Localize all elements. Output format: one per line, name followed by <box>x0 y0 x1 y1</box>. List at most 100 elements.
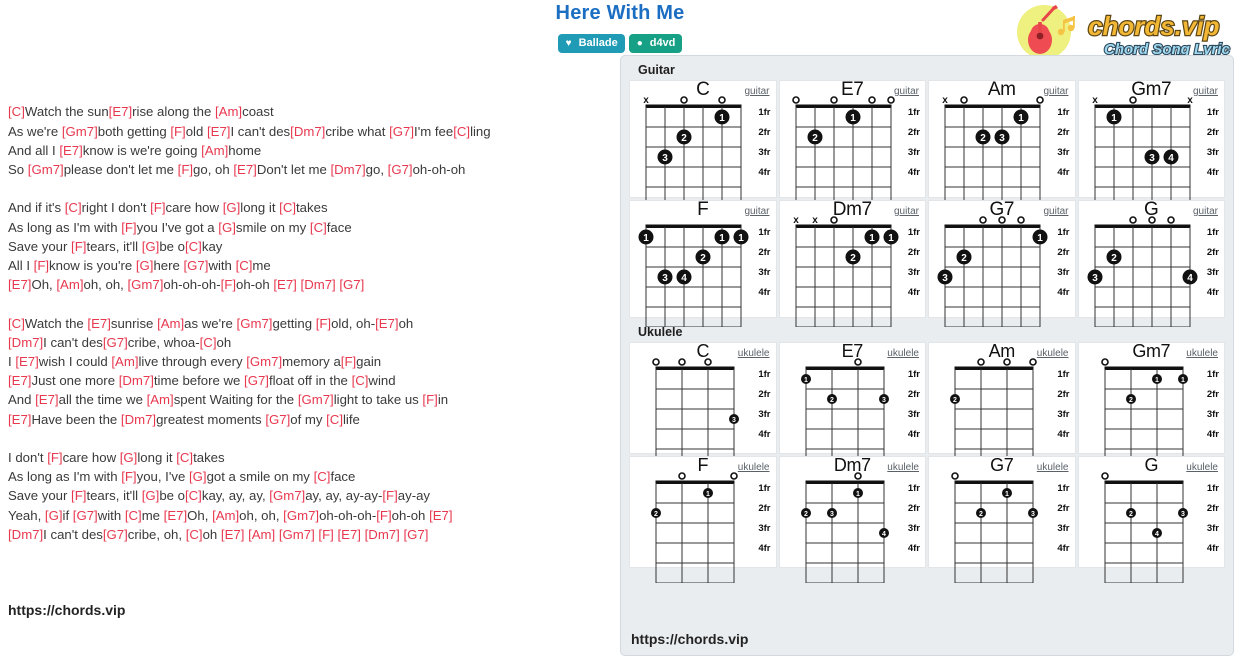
chord-marker[interactable]: [F] <box>47 450 62 465</box>
chord-card-ukulele-G[interactable]: Gukulele 2 3 4 1fr 2fr 3fr 4fr <box>1077 455 1225 583</box>
chord-marker[interactable]: [Am] <box>215 104 242 119</box>
chord-marker[interactable]: [F] <box>150 200 165 215</box>
chord-marker[interactable]: [Dm7] <box>8 335 43 350</box>
chord-marker[interactable]: [F] <box>221 277 236 292</box>
chord-card-ukulele-G7[interactable]: G7 ukulele 1 2 3 1fr 2fr 3fr 4fr <box>928 455 1076 583</box>
chord-marker[interactable]: [C] <box>65 200 82 215</box>
chord-card-guitar-E7[interactable]: E7 guitar 1 2 1fr 2fr 3fr 4fr <box>778 79 926 207</box>
chord-marker[interactable]: [Gm7] <box>237 316 273 331</box>
chord-card-ukulele-Dm7[interactable]: Dm7 ukulele 1 2 3 4 1fr 2fr 3fr 4fr <box>778 455 926 583</box>
chord-marker[interactable]: [C] <box>326 412 343 427</box>
chord-marker[interactable]: [F] <box>34 258 49 273</box>
chord-marker[interactable]: [C] <box>279 200 296 215</box>
chord-marker[interactable]: [Dm7] <box>290 124 325 139</box>
chord-marker[interactable]: [E7] <box>35 392 58 407</box>
chord-marker[interactable]: [C] <box>453 124 470 139</box>
chord-marker[interactable]: [F] <box>316 316 331 331</box>
chord-marker[interactable]: [C] <box>8 316 25 331</box>
chord-marker[interactable]: [Gm7] <box>279 527 315 542</box>
chord-marker[interactable]: [Gm7] <box>298 392 334 407</box>
chord-marker[interactable]: [E7] <box>59 143 82 158</box>
chord-card-guitar-F[interactable]: Fguitar 1 1 1 2 3 4 1fr 2fr 3fr 4fr <box>629 199 777 327</box>
chord-marker[interactable]: [F] <box>422 392 437 407</box>
chord-marker[interactable]: [Dm7] <box>119 373 154 388</box>
chord-marker[interactable]: [F] <box>121 469 136 484</box>
badge-d4vd[interactable]: ● d4vd <box>628 34 683 53</box>
chord-marker[interactable]: [G7] <box>388 162 413 177</box>
chord-marker[interactable]: [Gm7] <box>62 124 98 139</box>
chord-marker[interactable]: [G7] <box>73 508 98 523</box>
chord-card-guitar-Gm7[interactable]: Gm7 guitar x x 1 3 4 1fr 2fr 3fr 4fr <box>1077 79 1225 207</box>
chord-marker[interactable]: [Am] <box>147 392 174 407</box>
chord-marker[interactable]: [C] <box>185 239 202 254</box>
chord-marker[interactable]: [G] <box>189 469 207 484</box>
chord-marker[interactable]: [G] <box>45 508 63 523</box>
chord-card-guitar-C[interactable]: Cguitar x 1 2 3 1fr 2fr 3fr 4fr <box>629 79 777 207</box>
chord-marker[interactable]: [G7] <box>403 527 428 542</box>
chord-marker[interactable]: [E7] <box>8 373 31 388</box>
chord-marker[interactable]: [Gm7] <box>246 354 282 369</box>
chord-marker[interactable]: [G] <box>223 200 241 215</box>
chord-marker[interactable]: [Dm7] <box>8 527 43 542</box>
chord-marker[interactable]: [G] <box>142 488 160 503</box>
chord-marker[interactable]: [Gm7] <box>269 488 305 503</box>
chord-marker[interactable]: [G7] <box>103 335 128 350</box>
chord-marker[interactable]: [G] <box>136 258 154 273</box>
chord-marker[interactable]: [G7] <box>265 412 290 427</box>
chord-marker[interactable]: [C] <box>314 469 331 484</box>
chord-card-ukulele-C[interactable]: Cukulele 3 1fr 2fr 3fr 4fr <box>629 341 777 469</box>
chord-card-guitar-G7[interactable]: G7 guitar 1 2 3 1fr 2fr 3fr 4fr <box>928 199 1076 327</box>
chord-marker[interactable]: [Dm7] <box>330 162 365 177</box>
chord-marker[interactable]: [C] <box>185 488 202 503</box>
chord-marker[interactable]: [G7] <box>103 527 128 542</box>
chord-marker[interactable]: [E7] <box>337 527 360 542</box>
chord-marker[interactable]: [F] <box>71 239 86 254</box>
chord-marker[interactable]: [C] <box>176 450 193 465</box>
chord-marker[interactable]: [F] <box>382 488 397 503</box>
chord-card-ukulele-Gm7[interactable]: Gm7 ukulele 1 1 2 1fr 2fr 3fr 4fr <box>1077 341 1225 469</box>
chord-marker[interactable]: [E7] <box>109 104 132 119</box>
chord-marker[interactable]: [Am] <box>157 316 184 331</box>
chord-marker[interactable]: [E7] <box>87 316 110 331</box>
chord-marker[interactable]: [Gm7] <box>128 277 164 292</box>
chord-card-guitar-G[interactable]: Gguitar 2 3 4 1fr 2fr 3fr 4fr <box>1077 199 1225 327</box>
chord-marker[interactable]: [C] <box>186 527 203 542</box>
chord-marker[interactable]: [E7] <box>164 508 187 523</box>
chord-marker[interactable]: [C] <box>8 104 25 119</box>
chord-marker[interactable]: [Am] <box>212 508 239 523</box>
chord-marker[interactable]: [C] <box>236 258 253 273</box>
chord-marker[interactable]: [Am] <box>248 527 275 542</box>
chord-card-guitar-Am[interactable]: Am guitar x 1 2 3 1fr 2fr 3fr 4fr <box>928 79 1076 207</box>
chord-marker[interactable]: [E7] <box>207 124 230 139</box>
chord-marker[interactable]: [F] <box>341 354 356 369</box>
chord-marker[interactable]: [F] <box>71 488 86 503</box>
chord-card-ukulele-Am[interactable]: Am ukulele 2 1fr 2fr 3fr 4fr <box>928 341 1076 469</box>
chord-marker[interactable]: [G] <box>120 450 138 465</box>
chord-marker[interactable]: [F] <box>178 162 193 177</box>
chord-marker[interactable]: [Gm7] <box>28 162 64 177</box>
chord-marker[interactable]: [Am] <box>56 277 83 292</box>
chord-marker[interactable]: [G] <box>142 239 160 254</box>
chord-marker[interactable]: [F] <box>376 508 391 523</box>
chord-marker[interactable]: [E7] <box>375 316 398 331</box>
chord-marker[interactable]: [G7] <box>339 277 364 292</box>
chord-marker[interactable]: [G7] <box>244 373 269 388</box>
site-logo[interactable]: chords.vip Chord Song Lyric <box>1002 2 1234 62</box>
chord-marker[interactable]: [E7] <box>8 412 31 427</box>
chord-marker[interactable]: [C] <box>200 335 217 350</box>
chord-marker[interactable]: [Dm7] <box>365 527 400 542</box>
chord-marker[interactable]: [E7] <box>8 277 31 292</box>
chord-marker[interactable]: [F] <box>318 527 333 542</box>
chord-marker[interactable]: [E7] <box>429 508 452 523</box>
chord-marker[interactable]: [E7] <box>221 527 244 542</box>
chord-card-ukulele-F[interactable]: Fukulele 1 2 1fr 2fr 3fr 4fr <box>629 455 777 583</box>
chord-marker[interactable]: [G7] <box>184 258 209 273</box>
chord-marker[interactable]: [Dm7] <box>301 277 336 292</box>
chord-marker[interactable]: [Dm7] <box>121 412 156 427</box>
chord-marker[interactable]: [E7] <box>15 354 38 369</box>
lyrics-site-link[interactable]: https://chords.vip <box>8 601 608 620</box>
chord-marker[interactable]: [F] <box>170 124 185 139</box>
chord-marker[interactable]: [E7] <box>273 277 296 292</box>
chord-marker[interactable]: [G7] <box>389 124 414 139</box>
chord-marker[interactable]: [C] <box>310 220 327 235</box>
